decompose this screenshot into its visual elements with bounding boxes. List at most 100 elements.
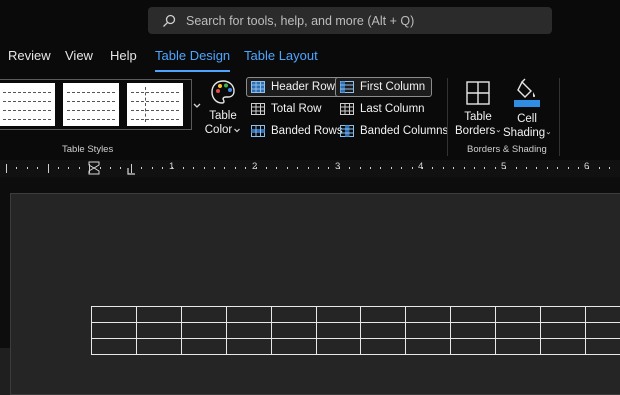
ruler-tick bbox=[308, 167, 309, 169]
total-row-option[interactable]: Total Row bbox=[247, 99, 328, 119]
table-cell[interactable] bbox=[316, 307, 361, 323]
borders-icon bbox=[465, 80, 491, 106]
tab-table-design[interactable]: Table Design bbox=[155, 48, 230, 63]
ruler-tick bbox=[599, 167, 600, 169]
table-cell[interactable] bbox=[361, 339, 406, 355]
table-cell[interactable] bbox=[496, 307, 541, 323]
ruler-tick bbox=[58, 167, 59, 169]
ruler-tick bbox=[401, 167, 402, 169]
banded-columns-option[interactable]: Banded Columns bbox=[336, 121, 454, 141]
table-cell[interactable] bbox=[92, 323, 137, 339]
header-row-option[interactable]: Header Row bbox=[246, 77, 342, 97]
ruler-tick bbox=[287, 167, 288, 169]
table-cell[interactable] bbox=[541, 307, 586, 323]
cell-shading-button[interactable]: Cell Shading bbox=[503, 78, 551, 140]
gallery-more-button[interactable] bbox=[192, 100, 202, 112]
ruler-tick bbox=[536, 167, 537, 169]
table-cell[interactable] bbox=[271, 339, 316, 355]
table-cell[interactable] bbox=[585, 339, 620, 355]
chevron-down-icon bbox=[233, 126, 241, 134]
table-cell[interactable] bbox=[271, 323, 316, 339]
table-cell[interactable] bbox=[316, 339, 361, 355]
table-cell[interactable] bbox=[361, 323, 406, 339]
ruler-tick bbox=[474, 167, 475, 169]
table-cell[interactable] bbox=[226, 323, 271, 339]
table-row bbox=[92, 307, 620, 323]
ruler-tick bbox=[266, 167, 267, 169]
ruler-tick bbox=[391, 167, 392, 169]
banded-rows-label: Banded Rows bbox=[271, 125, 343, 137]
table-style-thumb-3[interactable] bbox=[127, 83, 183, 126]
cell-shading-label-2: Shading bbox=[503, 126, 545, 140]
table-cell[interactable] bbox=[451, 307, 496, 323]
table-row bbox=[92, 339, 620, 355]
table-cell[interactable] bbox=[585, 323, 620, 339]
table-grid-icon bbox=[340, 81, 354, 93]
table-cell[interactable] bbox=[181, 307, 226, 323]
table-cell[interactable] bbox=[541, 339, 586, 355]
table-styles-group-label: Table Styles bbox=[62, 144, 113, 155]
table-cell[interactable] bbox=[226, 307, 271, 323]
table-cell[interactable] bbox=[136, 339, 181, 355]
table-cell[interactable] bbox=[136, 323, 181, 339]
table-cell[interactable] bbox=[406, 323, 451, 339]
ruler-tick bbox=[79, 167, 80, 169]
first-column-option[interactable]: First Column bbox=[335, 77, 432, 97]
table-cell[interactable] bbox=[361, 307, 406, 323]
tab-view[interactable]: View bbox=[65, 48, 93, 63]
table-color-button[interactable]: Table Color bbox=[204, 79, 242, 137]
ruler-tick bbox=[152, 167, 153, 169]
ruler-tick bbox=[131, 164, 132, 173]
ruler-tick bbox=[609, 167, 610, 169]
ruler-tick bbox=[172, 167, 173, 169]
horizontal-ruler[interactable]: 1 2 3 4 5 6 bbox=[0, 160, 620, 177]
ruler-tick bbox=[27, 167, 28, 169]
table-cell[interactable] bbox=[496, 323, 541, 339]
cell-shading-label-1: Cell bbox=[503, 112, 551, 126]
table-cell[interactable] bbox=[541, 323, 586, 339]
table-cell[interactable] bbox=[181, 339, 226, 355]
table-style-thumb-1[interactable] bbox=[0, 83, 55, 126]
table-cell[interactable] bbox=[496, 339, 541, 355]
table-borders-label-2: Borders bbox=[455, 124, 495, 138]
table-cell[interactable] bbox=[406, 339, 451, 355]
banded-rows-option[interactable]: Banded Rows bbox=[247, 121, 349, 141]
table-grid-icon bbox=[340, 103, 354, 115]
table-cell[interactable] bbox=[451, 339, 496, 355]
table-cell[interactable] bbox=[226, 339, 271, 355]
table-style-thumb-2[interactable] bbox=[63, 83, 119, 126]
table-cell[interactable] bbox=[92, 307, 137, 323]
tab-table-layout[interactable]: Table Layout bbox=[244, 48, 318, 63]
ribbon-tabs: Review View Help Table Design Table Layo… bbox=[0, 40, 620, 74]
table-cell[interactable] bbox=[316, 323, 361, 339]
group-divider bbox=[559, 78, 560, 156]
table-styles-gallery bbox=[0, 79, 192, 130]
ruler-tick bbox=[48, 164, 49, 173]
last-column-option[interactable]: Last Column bbox=[336, 99, 431, 119]
table-cell[interactable] bbox=[271, 307, 316, 323]
header-row-label: Header Row bbox=[271, 81, 335, 93]
ruler-tick bbox=[204, 167, 205, 169]
ruler-tick bbox=[578, 167, 579, 169]
table-cell[interactable] bbox=[451, 323, 496, 339]
tab-review[interactable]: Review bbox=[8, 48, 51, 63]
table-cell[interactable] bbox=[181, 323, 226, 339]
table-cell[interactable] bbox=[406, 307, 451, 323]
search-icon bbox=[162, 14, 176, 28]
table-color-label-2: Color bbox=[205, 123, 232, 137]
document-page[interactable] bbox=[10, 193, 620, 395]
table-cell[interactable] bbox=[92, 339, 137, 355]
ruler-tick bbox=[245, 167, 246, 169]
ruler-tick bbox=[16, 167, 17, 169]
table-borders-button[interactable]: Table Borders bbox=[455, 80, 501, 138]
ruler-tick bbox=[37, 167, 38, 169]
ruler-tick bbox=[495, 167, 496, 169]
table-cell[interactable] bbox=[585, 307, 620, 323]
ruler-tick bbox=[276, 167, 277, 169]
ruler-tick bbox=[120, 167, 121, 169]
chevron-down-icon bbox=[192, 100, 202, 112]
search-box[interactable]: Search for tools, help, and more (Alt + … bbox=[148, 7, 552, 34]
tab-help[interactable]: Help bbox=[110, 48, 137, 63]
table-grid-icon bbox=[251, 125, 265, 137]
table-cell[interactable] bbox=[136, 307, 181, 323]
